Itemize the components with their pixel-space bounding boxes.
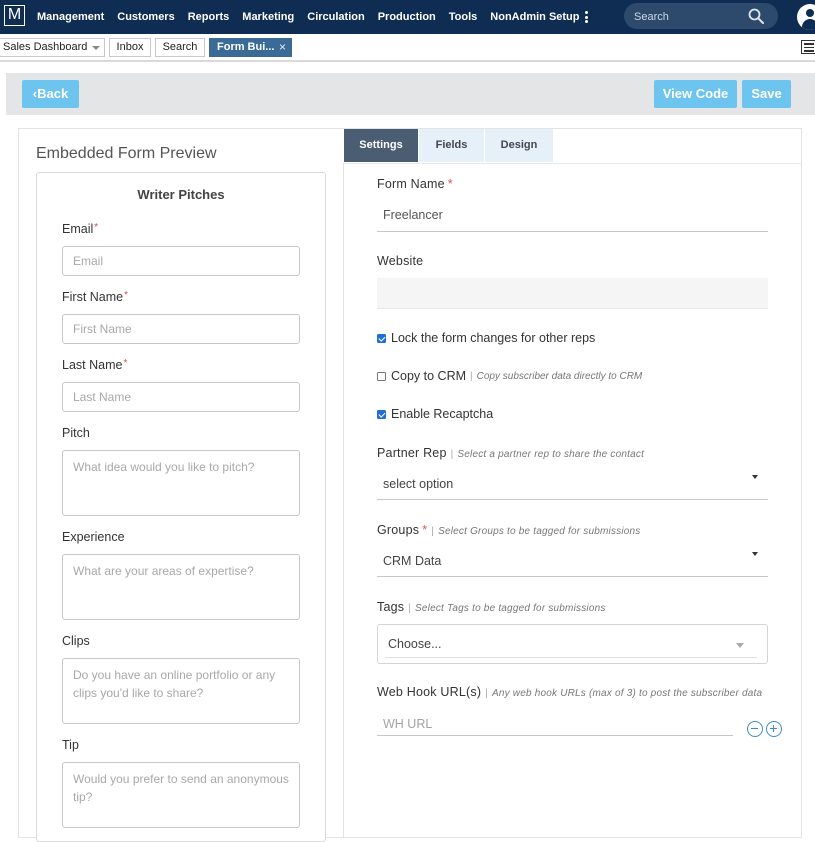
tab-form-builder[interactable]: Form Bui... × [209, 38, 292, 57]
reader-view-icon[interactable] [801, 40, 815, 54]
partner-rep-underline [377, 499, 768, 500]
last-name-label: Last Name* [62, 358, 128, 372]
webhook-url-input[interactable] [377, 712, 733, 736]
tab-design[interactable]: Design [485, 129, 553, 162]
last-name-field[interactable] [62, 382, 300, 412]
tags-select-value: Choose... [388, 637, 442, 651]
preview-heading: Embedded Form Preview [36, 145, 217, 162]
tab-sales-dashboard-label: Sales Dashboard [3, 41, 88, 53]
website-input[interactable] [377, 278, 768, 309]
tip-textarea[interactable] [62, 762, 300, 828]
lock-form-label: Lock the form changes for other reps [391, 331, 596, 345]
email-label: Email* [62, 222, 99, 236]
experience-textarea[interactable] [62, 554, 300, 620]
recaptcha-checkbox[interactable] [377, 409, 386, 419]
menu-item-management[interactable]: Management [37, 11, 104, 23]
save-button[interactable]: Save [742, 80, 791, 108]
lock-form-checkbox[interactable] [377, 333, 386, 343]
chevron-down-icon[interactable] [752, 475, 758, 479]
copy-to-crm-checkbox[interactable] [377, 371, 386, 381]
app-logo[interactable]: M [4, 5, 25, 26]
action-bar: ‹Back View Code Save [6, 73, 815, 115]
clips-textarea[interactable] [62, 658, 300, 724]
first-name-field[interactable] [62, 314, 300, 344]
more-menu-icon[interactable] [583, 9, 589, 25]
recaptcha-label: Enable Recaptcha [391, 407, 494, 421]
remove-webhook-button[interactable] [747, 721, 763, 737]
tab-search[interactable]: Search [155, 38, 205, 57]
groups-label: Groups*Select Groups to be tagged for su… [377, 523, 641, 537]
tip-label: Tip [62, 738, 79, 752]
chevron-down-icon[interactable] [92, 46, 100, 50]
experience-label: Experience [62, 530, 125, 544]
global-search [624, 3, 778, 29]
partner-rep-select[interactable]: select option [383, 477, 453, 491]
pitch-textarea[interactable] [62, 450, 300, 516]
webhook-label: Web Hook URL(s)Any web hook URLs (max of… [377, 685, 762, 699]
copy-to-crm-label: Copy to CRM [391, 369, 467, 383]
tags-label: TagsSelect Tags to be tagged for submiss… [377, 600, 606, 614]
groups-select[interactable]: CRM Data [383, 554, 441, 568]
main-menu: Management Customers Reports Marketing C… [37, 0, 593, 34]
menu-item-production[interactable]: Production [378, 11, 436, 23]
form-name-underline [377, 231, 768, 232]
menu-item-reports[interactable]: Reports [188, 11, 230, 23]
menu-item-circulation[interactable]: Circulation [307, 11, 364, 23]
groups-underline [377, 576, 768, 577]
tags-select[interactable]: Choose... [377, 624, 768, 664]
close-icon[interactable]: × [279, 39, 286, 56]
tab-fields[interactable]: Fields [419, 129, 484, 162]
menu-item-tools[interactable]: Tools [449, 11, 478, 23]
minus-icon [751, 727, 758, 730]
top-navigation-bar: M Management Customers Reports Marketing… [0, 0, 815, 34]
menu-item-customers[interactable]: Customers [117, 11, 174, 23]
tab-settings[interactable]: Settings [344, 129, 418, 162]
search-icon[interactable] [748, 8, 764, 24]
tab-form-builder-label: Form Bui... [217, 41, 275, 53]
user-avatar-icon[interactable] [797, 4, 815, 30]
form-name-input[interactable] [377, 204, 768, 226]
chevron-down-icon[interactable] [752, 552, 758, 556]
email-field[interactable] [62, 246, 300, 276]
lock-form-option[interactable]: Lock the form changes for other reps [377, 331, 595, 345]
menu-item-nonadmin-setup[interactable]: NonAdmin Setup [490, 11, 579, 23]
add-webhook-button[interactable] [766, 721, 782, 737]
chevron-down-icon[interactable] [736, 643, 744, 648]
clips-label: Clips [62, 634, 90, 648]
view-code-button[interactable]: View Code [654, 80, 737, 108]
first-name-label: First Name* [62, 290, 129, 304]
partner-rep-label: Partner RepSelect a partner rep to share… [377, 446, 644, 460]
copy-to-crm-option[interactable]: Copy to CRM Copy subscriber data directl… [377, 369, 642, 383]
open-tabs-strip: Sales Dashboard Inbox Search Form Bui...… [0, 34, 815, 62]
pitch-label: Pitch [62, 426, 90, 440]
back-button[interactable]: ‹Back [22, 80, 79, 108]
form-name-label: Form Name * [377, 177, 453, 191]
copy-to-crm-hint: Copy subscriber data directly to CRM [470, 371, 643, 382]
back-button-label: Back [37, 86, 69, 101]
form-title: Writer Pitches [137, 187, 225, 202]
tab-inbox[interactable]: Inbox [109, 38, 151, 57]
recaptcha-option[interactable]: Enable Recaptcha [377, 407, 493, 421]
global-search-input[interactable] [634, 9, 744, 24]
menu-item-marketing[interactable]: Marketing [242, 11, 294, 23]
tab-sales-dashboard[interactable]: Sales Dashboard [0, 38, 105, 57]
website-label: Website [377, 254, 424, 268]
